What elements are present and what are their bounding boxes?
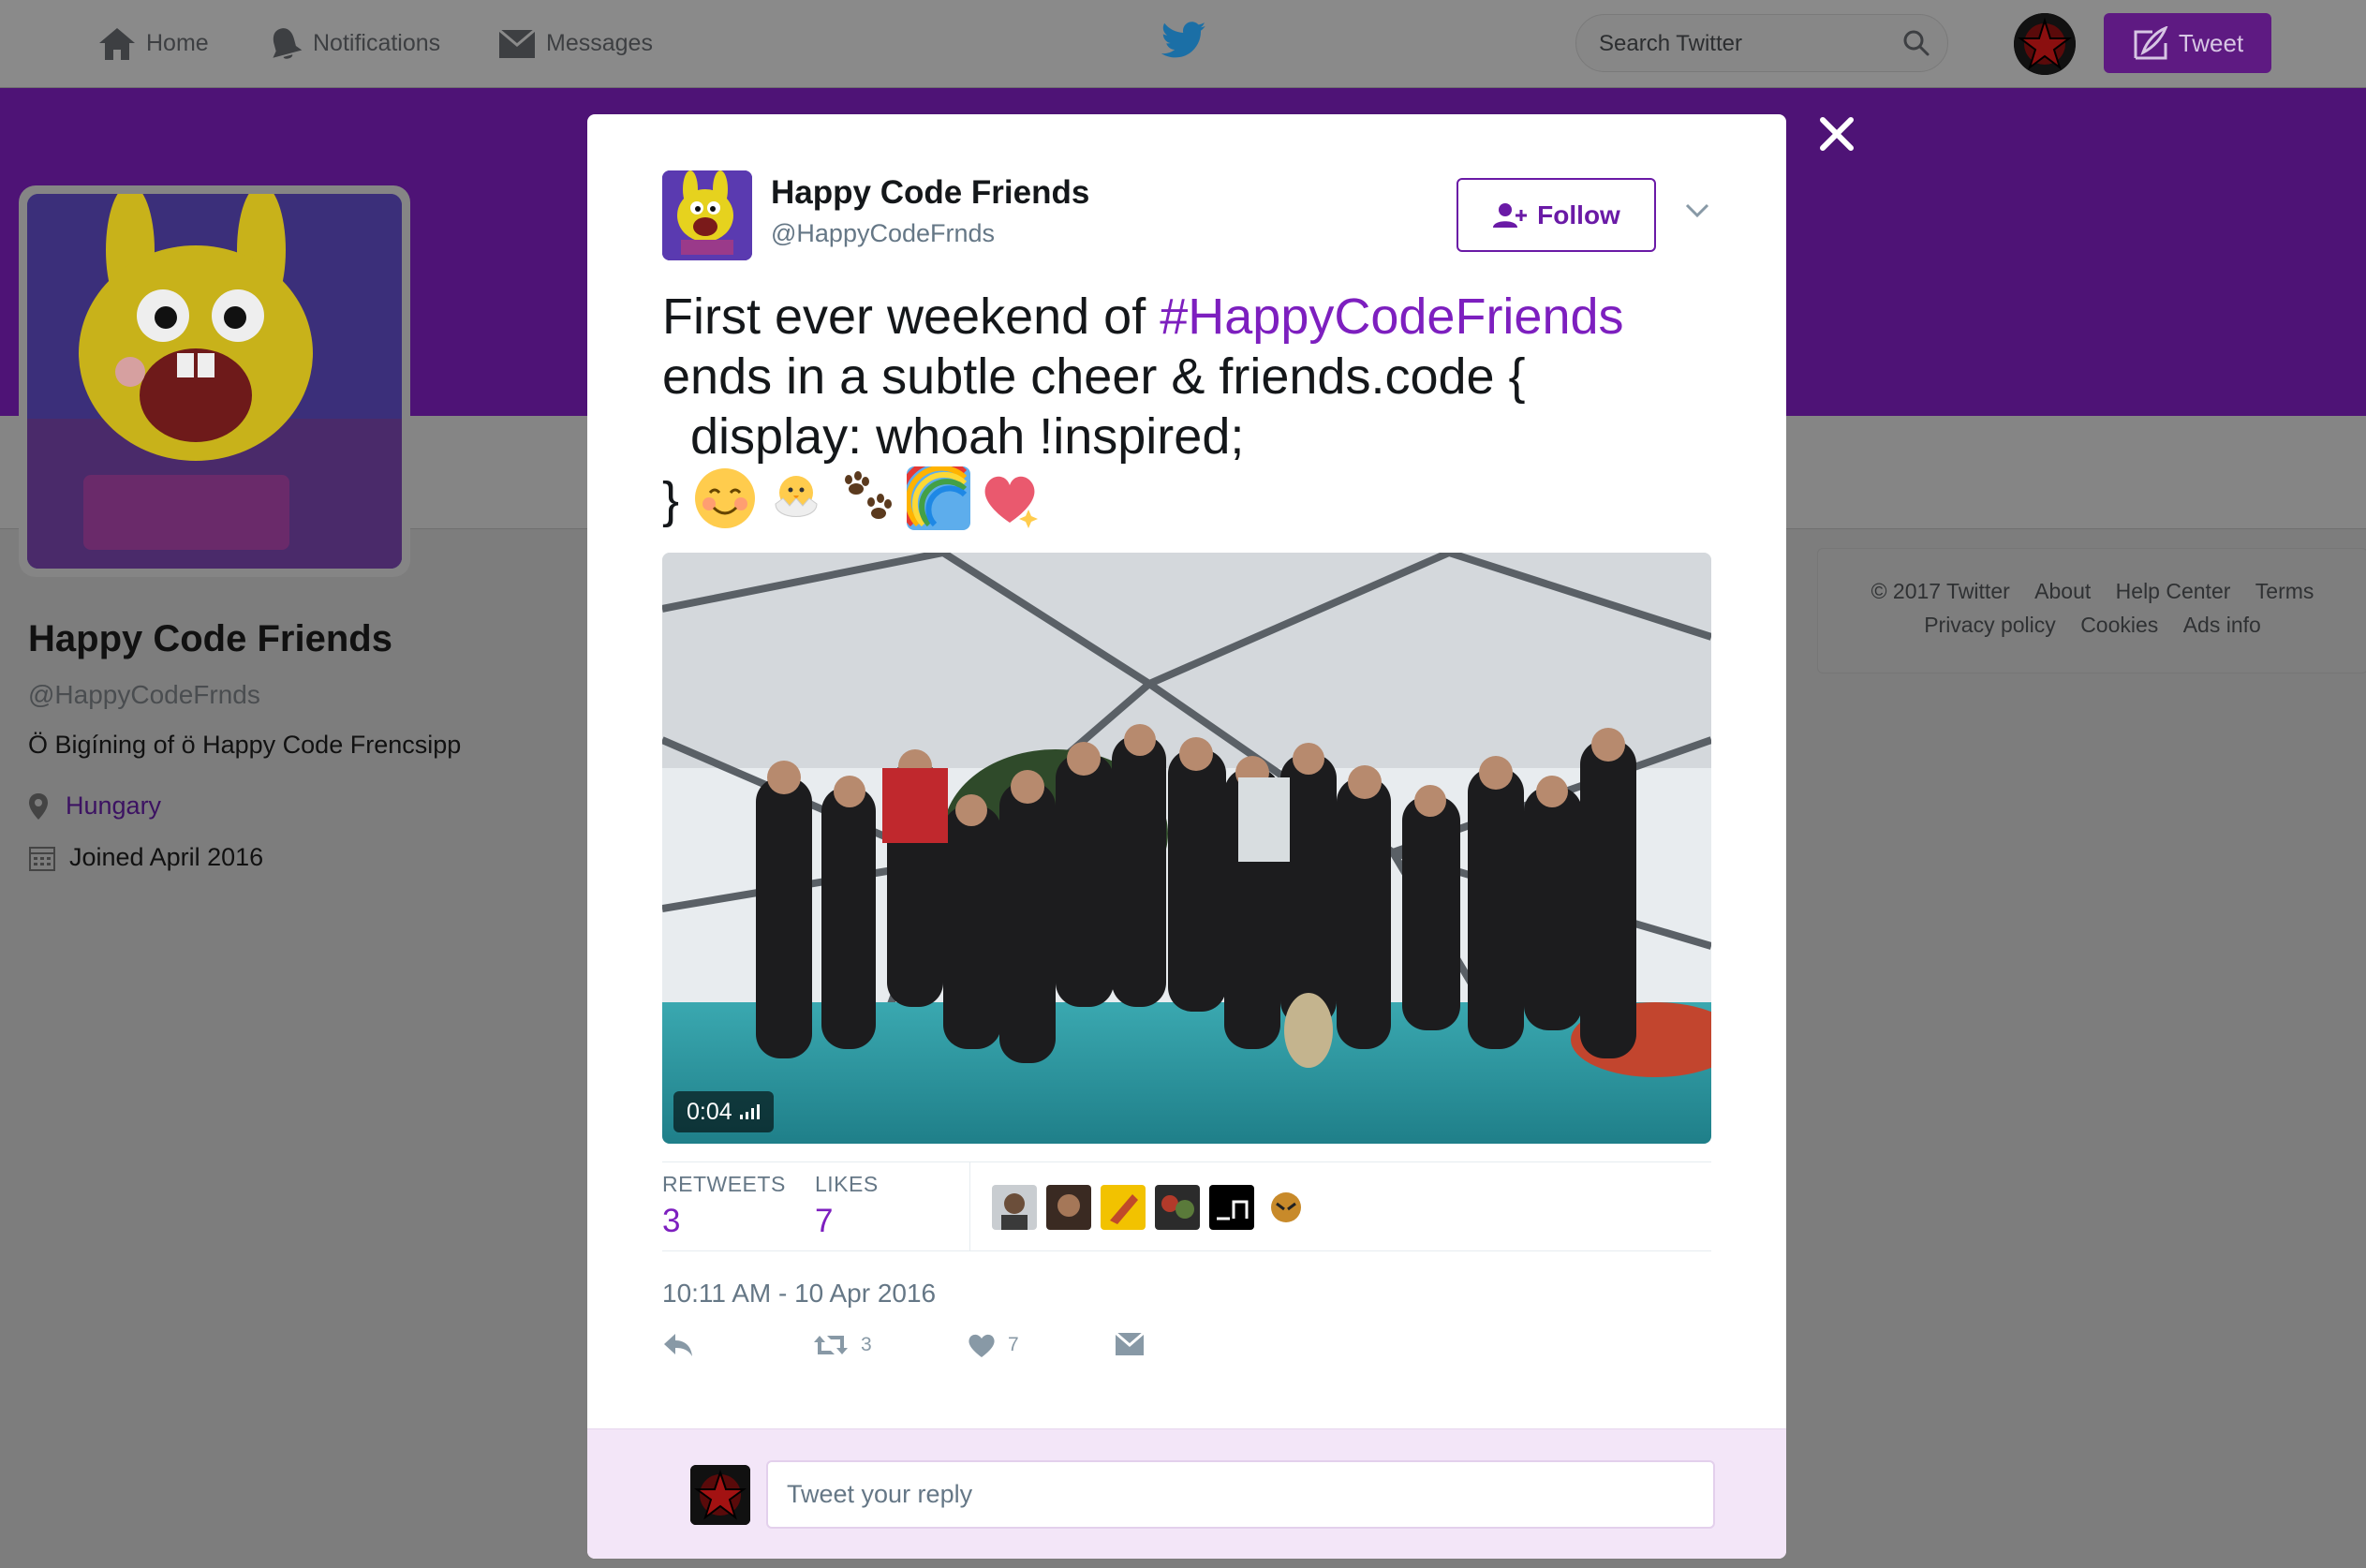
reply-user-avatar[interactable] (690, 1465, 750, 1525)
tweet-author-handle[interactable]: @HappyCodeFrnds (771, 219, 995, 248)
tweet-actions: 3 7 (662, 1332, 1224, 1379)
likes-stat[interactable]: LIKES 7 (815, 1172, 879, 1240)
compose-tweet-button[interactable]: Tweet (2104, 13, 2271, 73)
profile-avatar[interactable] (19, 185, 410, 577)
nav-messages-label: Messages (546, 30, 653, 56)
footer-ads-link[interactable]: Ads info (2183, 613, 2261, 637)
map-pin-icon (29, 792, 48, 820)
follow-button[interactable]: Follow (1457, 178, 1656, 252)
tweet-text: First ever weekend of #HappyCodeFriends … (662, 287, 1711, 530)
like-action[interactable]: 7 (967, 1332, 1019, 1358)
tweet-timestamp[interactable]: 10:11 AM - 10 Apr 2016 (662, 1279, 936, 1309)
tweet-modal: Happy Code Friends @HappyCodeFrnds Follo… (587, 114, 1786, 1559)
home-icon (99, 27, 135, 60)
add-user-icon (1493, 202, 1528, 228)
reply-box (766, 1460, 1715, 1529)
retweets-stat[interactable]: RETWEETS 3 (662, 1172, 786, 1240)
close-icon[interactable] (1819, 116, 1855, 156)
retweet-icon (814, 1336, 848, 1354)
hatching-chick-emoji (775, 476, 818, 517)
tweet-stats: RETWEETS 3 LIKES 7 (662, 1161, 1711, 1251)
liker-avatar[interactable] (1046, 1185, 1091, 1230)
hashtag-link[interactable]: #HappyCodeFriends (1160, 288, 1623, 345)
tweet-author-name[interactable]: Happy Code Friends (771, 174, 1089, 212)
tweet-author-avatar[interactable] (662, 170, 752, 260)
twitter-bird-icon[interactable] (1161, 21, 1206, 65)
calendar-icon (29, 846, 55, 871)
profile-name: Happy Code Friends (28, 618, 392, 659)
reply-bar (587, 1428, 1786, 1559)
follow-button-label: Follow (1537, 200, 1620, 229)
video-thumbnail (662, 553, 1711, 1144)
likes-count: 7 (815, 1203, 834, 1239)
heart-icon (969, 1334, 995, 1357)
nav-home[interactable]: Home (97, 0, 209, 87)
video-duration-badge: 0:04 (673, 1091, 774, 1132)
nav-notifications[interactable]: Notifications (266, 0, 440, 87)
footer-help-link[interactable]: Help Center (2116, 579, 2231, 603)
footer-terms-link[interactable]: Terms (2255, 579, 2314, 603)
retweets-count: 3 (662, 1203, 681, 1239)
chevron-down-icon[interactable] (1685, 203, 1709, 223)
paw-prints-emoji (845, 471, 893, 519)
direct-message-action[interactable] (1115, 1332, 1145, 1356)
search-box (1575, 14, 1948, 73)
search-input[interactable] (1597, 15, 1900, 73)
profile-location: Hungary (28, 791, 161, 821)
liker-avatar[interactable] (1264, 1185, 1309, 1230)
footer-privacy-link[interactable]: Privacy policy (1924, 613, 2056, 637)
profile-handle: @HappyCodeFrnds (28, 680, 260, 709)
footer-copyright: © 2017 Twitter (1871, 579, 2010, 603)
video-duration: 0:04 (687, 1098, 732, 1125)
liker-avatar[interactable] (1155, 1185, 1200, 1230)
user-avatar[interactable] (2014, 13, 2076, 75)
footer-about-link[interactable]: About (2034, 579, 2091, 603)
footer-cookies-link[interactable]: Cookies (2080, 613, 2158, 637)
retweet-action-count: 3 (861, 1334, 872, 1355)
nav-notifications-label: Notifications (313, 30, 441, 56)
nav-home-label: Home (146, 30, 209, 56)
likes-label: LIKES (815, 1172, 879, 1196)
quill-icon (2134, 26, 2168, 60)
envelope-icon (1115, 1332, 1145, 1355)
reply-input[interactable] (768, 1462, 1713, 1527)
retweet-action[interactable]: 3 (812, 1332, 872, 1358)
retweets-label: RETWEETS (662, 1172, 786, 1196)
nav-messages[interactable]: Messages (497, 0, 653, 87)
compose-tweet-label: Tweet (2178, 28, 2244, 57)
stats-divider (969, 1162, 970, 1250)
like-action-count: 7 (1008, 1334, 1019, 1355)
profile-joined-label: Joined April 2016 (69, 843, 264, 871)
bell-icon (273, 27, 303, 59)
tweet-text-before: First ever weekend of (662, 288, 1161, 345)
signal-bars-icon (739, 1104, 760, 1119)
liker-avatar[interactable] (1209, 1185, 1254, 1230)
liker-avatar[interactable] (992, 1185, 1037, 1230)
video-player[interactable]: 0:04 (662, 553, 1711, 1144)
profile-bio: Ö Bigíning of ö Happy Code Frencsipp (28, 731, 462, 759)
sparkling-heart-emoji (984, 476, 1039, 528)
top-nav: Home Notifications Messages Tweet (0, 0, 2366, 88)
envelope-icon (498, 28, 536, 58)
likers-avatars (992, 1185, 1309, 1230)
reply-action[interactable] (662, 1332, 694, 1358)
liker-avatar[interactable] (1101, 1185, 1146, 1230)
profile-joined: Joined April 2016 (28, 843, 263, 872)
reply-icon (664, 1334, 692, 1356)
search-icon[interactable] (1902, 29, 1930, 57)
rainbow-emoji (907, 466, 971, 530)
footer-links: © 2017 Twitter About Help Center Terms P… (1817, 548, 2366, 673)
smiling-face-emoji (695, 468, 756, 528)
profile-location-link[interactable]: Hungary (66, 791, 161, 821)
